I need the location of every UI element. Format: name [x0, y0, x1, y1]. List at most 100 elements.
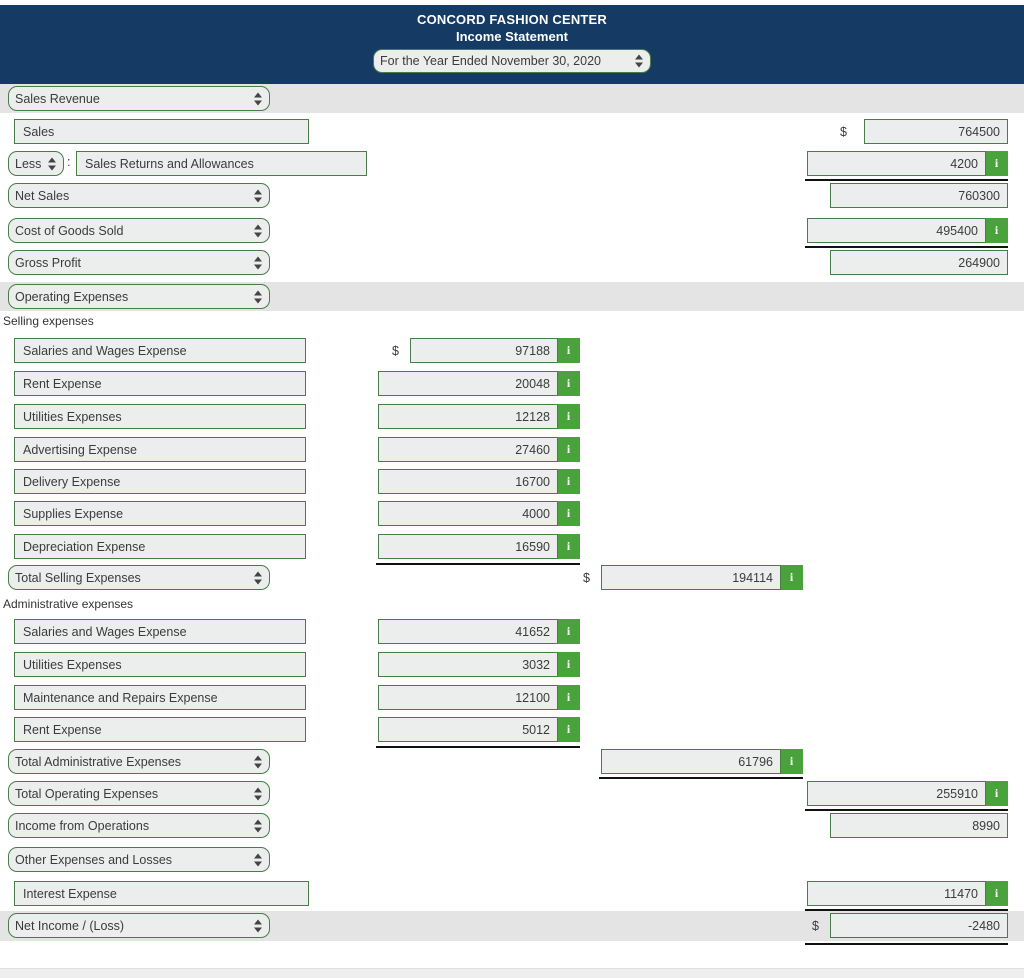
account-label-admin-1[interactable]: Utilities Expenses [14, 652, 306, 677]
amount-input-total-selling[interactable]: 194114 [601, 565, 781, 590]
line-row-net-sales: Net Sales 760300 [0, 183, 1024, 208]
amount-input-sales[interactable]: 764500 [864, 119, 1008, 144]
amount-input-income-from-operations[interactable]: 8990 [830, 813, 1008, 838]
section-select-cogs[interactable]: Cost of Goods Sold [8, 218, 270, 243]
info-badge-icon[interactable]: i [558, 469, 580, 494]
info-badge-icon[interactable]: i [558, 717, 580, 742]
statement-title: Income Statement [456, 29, 568, 44]
line-row-selling-4: Delivery Expense 16700 i [0, 469, 1024, 494]
section-select-other-expenses-label: Other Expenses and Losses [15, 852, 173, 867]
line-row-selling-6: Depreciation Expense 16590 i [0, 534, 1024, 559]
info-badge-icon[interactable]: i [986, 218, 1008, 243]
company-name: CONCORD FASHION CENTER [416, 12, 608, 27]
line-row-selling-0: Salaries and Wages Expense $ 97188 i [0, 338, 1024, 363]
chevron-updown-icon [254, 92, 262, 105]
amount-input-selling-3[interactable]: 27460 [378, 437, 558, 462]
account-label-selling-4-text: Delivery Expense [23, 474, 121, 489]
account-label-admin-0[interactable]: Salaries and Wages Expense [14, 619, 306, 644]
amount-cell-admin-3: 5012 i [378, 717, 580, 742]
amount-input-sales-returns[interactable]: 4200 [807, 151, 986, 176]
line-row-cogs: Cost of Goods Sold 495400 i [0, 218, 1024, 243]
account-label-sales[interactable]: Sales [14, 119, 309, 144]
amount-cell-cogs: 495400 i [807, 218, 1008, 243]
section-select-net-sales[interactable]: Net Sales [8, 183, 270, 208]
info-badge-icon[interactable]: i [558, 619, 580, 644]
account-label-admin-3-text: Rent Expense [23, 722, 102, 737]
chevron-updown-icon [254, 755, 262, 768]
info-badge-icon[interactable]: i [558, 501, 580, 526]
info-badge-icon[interactable]: i [558, 685, 580, 710]
amount-input-selling-5[interactable]: 4000 [378, 501, 558, 526]
amount-input-selling-6[interactable]: 16590 [378, 534, 558, 559]
amount-input-admin-1[interactable]: 3032 [378, 652, 558, 677]
amount-input-selling-2[interactable]: 12128 [378, 404, 558, 429]
account-label-selling-5[interactable]: Supplies Expense [14, 501, 306, 526]
amount-input-cogs[interactable]: 495400 [807, 218, 986, 243]
info-badge-icon[interactable]: i [558, 404, 580, 429]
section-select-income-from-operations[interactable]: Income from Operations [8, 813, 270, 838]
section-select-sales-revenue[interactable]: Sales Revenue [8, 86, 270, 111]
amount-input-admin-2[interactable]: 12100 [378, 685, 558, 710]
info-badge-icon[interactable]: i [558, 371, 580, 396]
info-badge-icon[interactable]: i [558, 652, 580, 677]
period-select[interactable]: For the Year Ended November 30, 2020 [373, 49, 651, 73]
amount-cell-selling-5: 4000 i [378, 501, 580, 526]
section-select-net-sales-label: Net Sales [15, 188, 70, 203]
info-badge-icon[interactable]: i [986, 151, 1008, 176]
amount-input-selling-1[interactable]: 20048 [378, 371, 558, 396]
section-select-gross-profit[interactable]: Gross Profit [8, 250, 270, 275]
chevron-updown-icon [254, 224, 262, 237]
info-badge-icon[interactable]: i [986, 781, 1008, 806]
period-select-label: For the Year Ended November 30, 2020 [380, 54, 601, 68]
info-badge-icon[interactable]: i [558, 534, 580, 559]
account-label-admin-3[interactable]: Rent Expense [14, 717, 306, 742]
account-label-selling-4[interactable]: Delivery Expense [14, 469, 306, 494]
amount-input-admin-3[interactable]: 5012 [378, 717, 558, 742]
info-badge-icon[interactable]: i [986, 881, 1008, 906]
info-badge-icon[interactable]: i [558, 338, 580, 363]
account-label-selling-6[interactable]: Depreciation Expense [14, 534, 306, 559]
amount-input-net-income[interactable]: -2480 [830, 913, 1008, 938]
section-select-other-expenses[interactable]: Other Expenses and Losses [8, 847, 270, 872]
line-row-admin-0: Salaries and Wages Expense 41652 i [0, 619, 1024, 644]
section-select-operating-expenses[interactable]: Operating Expenses [8, 284, 270, 309]
chevron-updown-icon [254, 787, 262, 800]
dollar-sign: $ [840, 124, 847, 139]
section-select-total-admin[interactable]: Total Administrative Expenses [8, 749, 270, 774]
amount-cell-selling-1: 20048 i [378, 371, 580, 396]
account-label-selling-1[interactable]: Rent Expense [14, 371, 306, 396]
info-badge-icon[interactable]: i [781, 565, 803, 590]
amount-cell-selling-3: 27460 i [378, 437, 580, 462]
amount-input-interest-expense[interactable]: 11470 [807, 881, 986, 906]
amount-input-selling-4[interactable]: 16700 [378, 469, 558, 494]
account-label-selling-6-text: Depreciation Expense [23, 539, 146, 554]
account-label-admin-1-text: Utilities Expenses [23, 657, 122, 672]
amount-cell-total-operating: 255910 i [807, 781, 1008, 806]
info-badge-icon[interactable]: i [781, 749, 803, 774]
amount-cell-net-sales: 760300 [830, 183, 1008, 208]
total-rule [805, 943, 1008, 945]
info-badge-icon[interactable]: i [558, 437, 580, 462]
amount-input-admin-0[interactable]: 41652 [378, 619, 558, 644]
section-select-total-operating[interactable]: Total Operating Expenses [8, 781, 270, 806]
amount-input-gross-profit[interactable]: 264900 [830, 250, 1008, 275]
amount-cell-income-from-operations: 8990 [830, 813, 1008, 838]
account-label-selling-0[interactable]: Salaries and Wages Expense [14, 338, 306, 363]
dollar-sign: $ [812, 918, 819, 933]
amount-input-total-admin[interactable]: 61796 [601, 749, 781, 774]
amount-input-net-sales[interactable]: 760300 [830, 183, 1008, 208]
account-label-selling-3[interactable]: Advertising Expense [14, 437, 306, 462]
chevron-updown-icon [48, 157, 56, 170]
less-select[interactable]: Less [8, 151, 64, 176]
line-row-selling-2: Utilities Expenses 12128 i [0, 404, 1024, 429]
section-select-net-income[interactable]: Net Income / (Loss) [8, 913, 270, 938]
section-select-total-selling[interactable]: Total Selling Expenses [8, 565, 270, 590]
account-label-interest-expense[interactable]: Interest Expense [14, 881, 309, 906]
amount-input-selling-0[interactable]: 97188 [410, 338, 558, 363]
colon-separator: : [67, 155, 71, 169]
account-label-admin-2[interactable]: Maintenance and Repairs Expense [14, 685, 306, 710]
account-label-sales-returns[interactable]: Sales Returns and Allowances [76, 151, 367, 176]
chevron-updown-icon [254, 290, 262, 303]
amount-input-total-operating[interactable]: 255910 [807, 781, 986, 806]
account-label-selling-2[interactable]: Utilities Expenses [14, 404, 306, 429]
